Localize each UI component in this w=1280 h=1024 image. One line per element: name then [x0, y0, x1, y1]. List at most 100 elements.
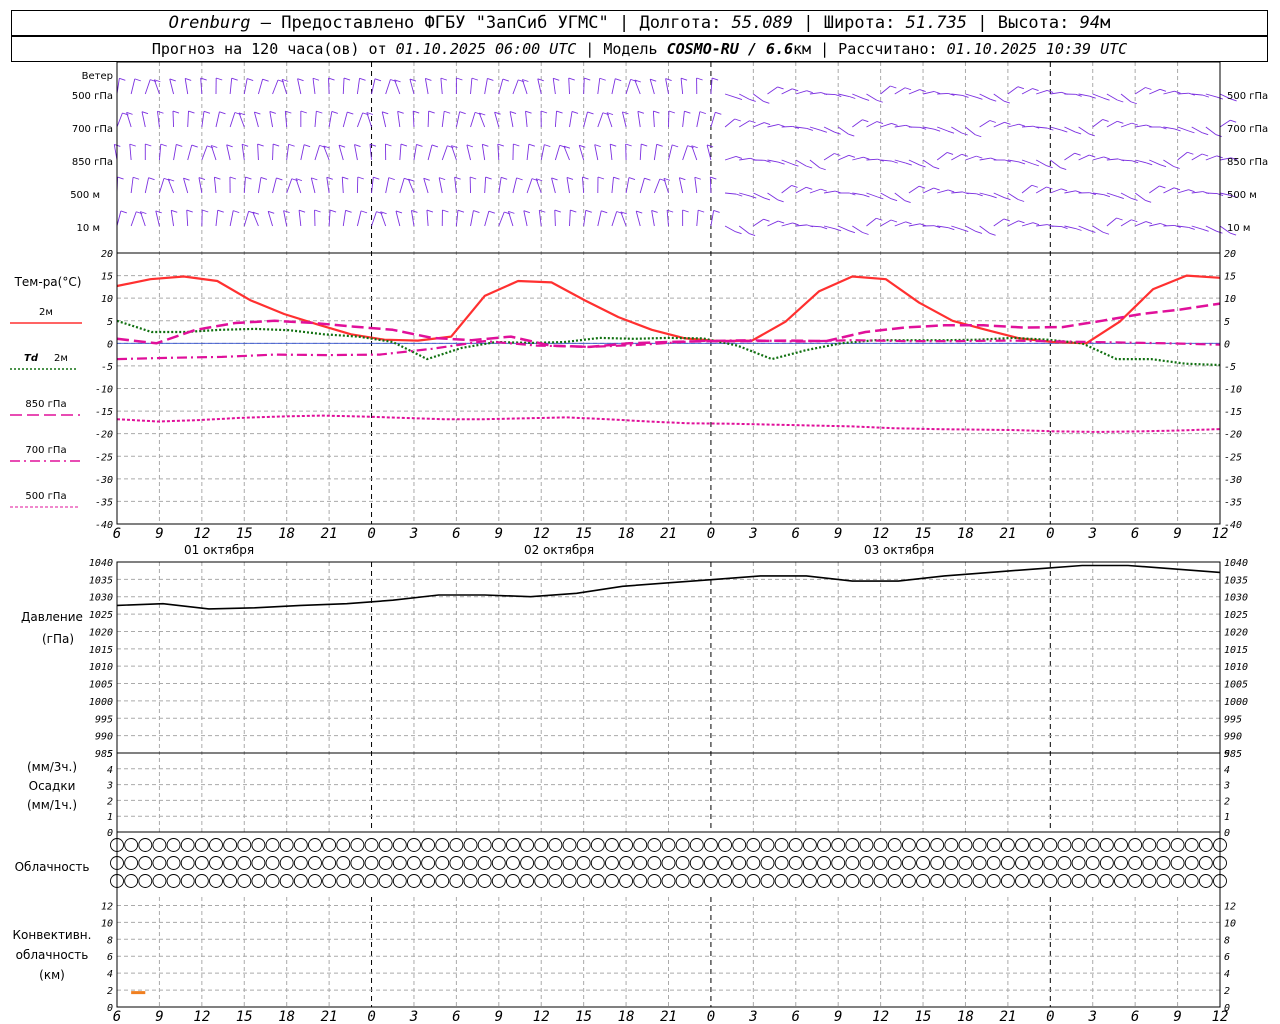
- wind-barb-flag: [1201, 153, 1209, 157]
- cloud-symbol-mid: [364, 856, 379, 870]
- wind-barb-shaft: [682, 145, 688, 161]
- wind-barb-shaft: [922, 91, 935, 95]
- temp-panel-title: Тем-ра(°C): [14, 275, 82, 289]
- wind-barb-shaft: [523, 210, 528, 227]
- cloud-symbol-low: [505, 874, 520, 888]
- wind-barb-flag: [777, 220, 785, 224]
- wind-barb-shaft: [894, 221, 906, 227]
- temp-ytick-left: -40: [95, 520, 113, 531]
- cloud-symbol-high: [901, 838, 916, 852]
- wind-barb-flag: [1173, 187, 1181, 191]
- wind-barb-flag: [1075, 190, 1082, 194]
- cloud-symbol-mid: [477, 856, 492, 870]
- cloud-symbol-low: [1015, 874, 1029, 888]
- wind-barb-shaft: [823, 153, 835, 161]
- wind-barb-shaft: [129, 144, 132, 161]
- temp-ytick-left: -5: [101, 362, 113, 373]
- wind-barb-shaft: [427, 144, 433, 161]
- wind-barb-shaft: [951, 153, 962, 161]
- conv-panel-title: Конвективн.: [13, 928, 92, 942]
- cloud-symbol-high: [407, 838, 421, 852]
- wind-barb-flag: [556, 110, 563, 114]
- wind-barb-flag: [680, 77, 688, 81]
- wind-barb-shaft: [494, 112, 500, 128]
- x-tick-label: 15: [236, 1009, 253, 1024]
- wind-barb-flag: [933, 187, 940, 191]
- wind-level-left-1: 700 гПа: [72, 124, 113, 135]
- wind-barb-shaft: [366, 112, 372, 128]
- cloud-symbol-high: [788, 838, 803, 852]
- temp-ytick-right: -40: [1224, 520, 1242, 531]
- cloud-symbol-high: [1000, 838, 1015, 852]
- precip-ytick-left: 5: [107, 749, 113, 760]
- cloud-symbol-high: [392, 838, 407, 852]
- temp-ytick-left: -20: [95, 430, 113, 441]
- wind-barb-shaft: [381, 111, 387, 128]
- cloud-symbol-mid: [1071, 856, 1086, 870]
- cloud-symbol-low: [901, 874, 916, 888]
- wind-barb-shaft: [1050, 91, 1062, 95]
- wind-barb-shaft: [423, 178, 429, 194]
- x-tick-label: 21: [999, 1009, 1016, 1024]
- wind-barb-shaft: [116, 112, 123, 128]
- wind-barb-flag: [148, 177, 155, 181]
- wind-barb-shaft: [470, 78, 473, 95]
- x-tick-label: 21: [660, 1009, 677, 1024]
- wind-barb-flag: [778, 124, 785, 127]
- cloud-symbols-layer: [110, 838, 1227, 888]
- wind-barb-shaft: [866, 217, 877, 227]
- press-ytick-left: 1000: [89, 697, 113, 708]
- cloud-symbol-mid: [817, 856, 832, 870]
- cloud-symbol-low: [124, 874, 139, 888]
- legend-td-label: 2м: [54, 353, 68, 364]
- wind-barb-flag: [710, 176, 717, 180]
- wind-barb-flag: [397, 110, 404, 114]
- wind-barb-shaft: [781, 125, 793, 128]
- wind-barb-shaft: [356, 210, 362, 227]
- wind-barb-flag: [231, 77, 238, 81]
- conv-ytick-right: 8: [1224, 935, 1230, 946]
- wind-barb-flag: [820, 226, 828, 230]
- wind-barb-shaft: [1191, 126, 1203, 134]
- wind-barb-flag: [863, 194, 870, 198]
- cloud-symbol-mid: [562, 856, 577, 870]
- wind-barb-flag: [735, 155, 743, 159]
- wind-barb-flag: [682, 209, 689, 213]
- wind-barb-shaft: [709, 177, 712, 194]
- cloud-symbol-low: [817, 874, 832, 888]
- wind-barb-flag: [1032, 163, 1040, 167]
- cloud-symbol-low: [223, 874, 238, 888]
- wind-barb-shaft: [795, 186, 807, 194]
- press-ytick-left: 1010: [89, 662, 113, 673]
- wind-barb-flag: [711, 77, 719, 81]
- cloud-symbol-mid: [237, 856, 252, 870]
- wind-barb-flag: [214, 176, 221, 180]
- cloud-symbol-high: [237, 838, 252, 852]
- temp-ytick-left: 0: [107, 339, 113, 350]
- wind-barb-flag: [312, 77, 320, 81]
- wind-barb-flag: [440, 77, 448, 81]
- wind-barb-flag: [1074, 131, 1082, 135]
- cloud-symbol-high: [887, 838, 902, 852]
- cloud-symbol-mid: [619, 856, 634, 870]
- wind-barb-shaft: [823, 190, 836, 194]
- wind-barb-flag: [585, 209, 592, 213]
- wind-barb-shaft: [611, 78, 616, 95]
- cloud-symbol-low: [237, 874, 252, 888]
- cloud-symbol-mid: [986, 856, 1001, 870]
- wind-barb-flag: [360, 210, 368, 214]
- cloud-symbol-mid: [251, 856, 266, 870]
- wind-barb-shaft: [894, 192, 905, 201]
- cloud-symbol-high: [209, 838, 223, 852]
- x-tick-label: 18: [957, 526, 974, 542]
- cloud-symbol-mid: [1085, 856, 1100, 870]
- wind-barb-flag: [792, 88, 799, 92]
- cloud-symbol-low: [661, 874, 676, 888]
- wind-barb-flag: [713, 210, 720, 213]
- conv-ytick-left: 12: [101, 901, 113, 912]
- wind-barb-shaft: [1177, 189, 1189, 194]
- wind-barb-shaft: [552, 78, 556, 95]
- wind-barb-shaft: [554, 111, 557, 128]
- wind-barb-shaft: [852, 225, 863, 233]
- cloud-symbol-low: [180, 874, 195, 888]
